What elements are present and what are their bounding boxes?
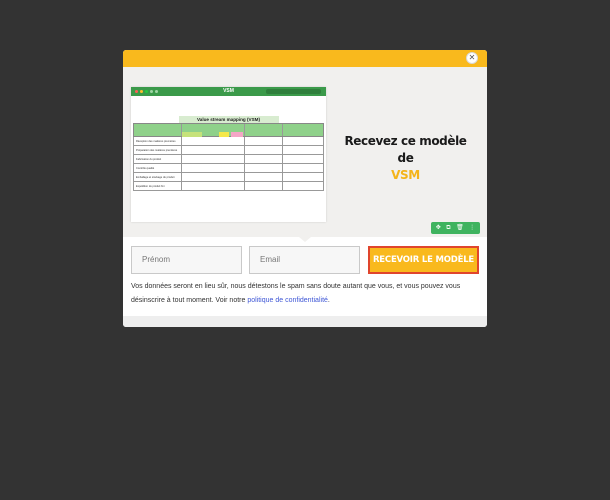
- more-icon[interactable]: ⋮: [469, 222, 475, 234]
- hero-section: VSM Value stream mapping (VSM) Réception…: [123, 67, 487, 242]
- copy-icon[interactable]: ⧉: [446, 222, 450, 234]
- preview-table: Réception des matières premières Prépara…: [133, 123, 324, 191]
- headline-text: Recevez ce modèle de: [344, 134, 467, 165]
- delete-icon[interactable]: 🗑: [456, 222, 464, 234]
- preview-row: Emballage et stockage du produit: [133, 173, 324, 182]
- headline-accent: VSM: [391, 168, 420, 182]
- email-field[interactable]: Email: [249, 246, 360, 274]
- headline: Recevez ce modèle de VSM: [340, 133, 471, 184]
- modal-footer-bar: [123, 316, 487, 327]
- move-icon[interactable]: ✥: [436, 222, 441, 234]
- modal-header-bar: ✕: [123, 50, 487, 67]
- preview-table-header: [133, 123, 324, 137]
- preview-row: Réception des matières premières: [133, 137, 324, 146]
- preview-row: Fabrication du produit: [133, 155, 324, 164]
- preview-row: Contrôle qualité: [133, 164, 324, 173]
- privacy-disclaimer: Vos données seront en lieu sûr, nous dét…: [131, 280, 476, 307]
- hero-pointer: [299, 237, 311, 242]
- preview-row: Expédition du produit fini: [133, 182, 324, 191]
- close-icon[interactable]: ✕: [466, 52, 478, 64]
- preview-search-bar: [266, 89, 321, 94]
- signup-form: Prénom Email RECEVOIR LE MODÈLE: [131, 246, 479, 274]
- submit-button[interactable]: RECEVOIR LE MODÈLE: [368, 246, 479, 274]
- popup-modal: ✕ VSM Value stream mapping (VSM) Récepti…: [123, 50, 487, 327]
- template-preview-image: VSM Value stream mapping (VSM) Réception…: [131, 87, 326, 222]
- editor-toolbar: ✥ ⧉ 🗑 ⋮: [431, 222, 480, 234]
- preview-app-bar: VSM: [131, 87, 326, 96]
- preview-row: Préparation des matières premières: [133, 146, 324, 155]
- firstname-field[interactable]: Prénom: [131, 246, 242, 274]
- disclaimer-end: .: [327, 296, 330, 304]
- privacy-policy-link[interactable]: politique de confidentialité: [247, 297, 328, 304]
